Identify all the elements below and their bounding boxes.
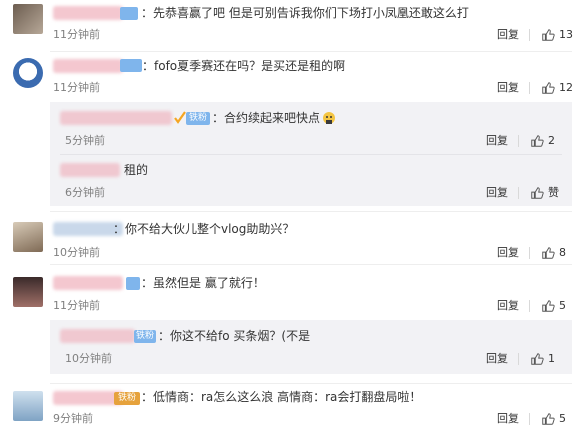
like-label: 赞 [548,186,559,199]
like-button[interactable]: 赞 [530,186,559,200]
face-emoji-icon [323,112,336,124]
username[interactable] [60,111,172,125]
reply-button[interactable]: 回复 [486,186,508,200]
comment-time: 10分钟前 [53,246,100,259]
like-button[interactable]: 5 [541,299,566,313]
reply-button[interactable]: 回复 [486,134,508,148]
username[interactable] [53,276,123,290]
comment-time: 11分钟前 [53,28,100,41]
verified-check-icon [174,111,186,124]
avatar[interactable] [13,4,43,34]
avatar[interactable] [13,391,43,421]
like-count: 5 [559,299,566,312]
thumbs-up-icon [542,413,555,425]
like-button[interactable]: 2 [530,134,555,148]
like-count: 12 [559,81,573,94]
comment-time: 11分钟前 [53,81,100,94]
thumbs-up-icon [542,300,555,312]
comment-item: 铁粉 ：低情商：ra怎么这么浪 高情商：ra会打翻盘局啦！ 9分钟前 回复 5 [0,384,581,435]
comment-text: ：虽然但是 赢了就行！ [141,276,265,290]
username[interactable] [60,163,120,177]
sub-reply-list: 铁粉 ：你这不给fo 买条烟？(不是 10分钟前 回复 1 [50,320,572,374]
comment-text: ：fofo夏季赛还在吗？是买还是租的啊 [142,59,346,73]
like-button[interactable]: 5 [541,412,566,426]
comment-item: ：你不给大伙儿整个vlog助助兴？ 10分钟前 回复 8 [0,212,581,264]
username[interactable] [53,6,123,20]
divider [529,29,530,41]
avatar[interactable] [13,277,43,307]
divider [518,353,519,365]
like-button[interactable]: 13 [541,28,573,42]
reply-button[interactable]: 回复 [497,81,519,95]
fan-badge [120,7,138,20]
comment-item: ：fofo夏季赛还在吗？是买还是租的啊 11分钟前 回复 12 铁粉 ：合约续起… [0,52,581,212]
like-count: 5 [559,412,566,425]
username[interactable] [53,59,123,73]
fan-badge [126,277,140,290]
sub-reply-text: 租的 [124,163,149,177]
thumbs-up-icon [542,247,555,259]
sub-reply-text-content: ：合约续起来吧快点 [212,111,321,125]
like-count: 1 [548,352,555,365]
like-count: 13 [559,28,573,41]
thumbs-up-icon [542,29,555,41]
avatar[interactable] [13,58,43,88]
comment-item: ：虽然但是 赢了就行！ 11分钟前 回复 5 铁粉 ：你这不给fo 买条烟？(不… [0,265,581,383]
like-count: 2 [548,134,555,147]
reply-button[interactable]: 回复 [497,412,519,426]
username[interactable] [60,329,135,343]
comment-time: 9分钟前 [53,412,93,425]
reply-button[interactable]: 回复 [486,352,508,366]
divider [529,413,530,425]
comment-time: 11分钟前 [53,299,100,312]
like-button[interactable]: 8 [541,246,566,260]
like-count: 8 [559,246,566,259]
sub-reply-time: 6分钟前 [65,186,105,199]
iron-fan-badge: 铁粉 [114,392,140,405]
avatar[interactable] [13,222,43,252]
sub-separator [60,154,562,155]
thumbs-up-icon [531,187,544,199]
like-button[interactable]: 1 [530,352,555,366]
sub-reply-time: 5分钟前 [65,134,105,147]
thumbs-up-icon [531,353,544,365]
sub-reply-text: ：你这不给fo 买条烟？(不是 [158,329,311,343]
divider [529,247,530,259]
sub-reply-text: ：合约续起来吧快点 [212,110,336,126]
fan-badge [120,59,142,72]
sub-reply-list: 铁粉 ：合约续起来吧快点 5分钟前 回复 2 租的 6分钟前 回复 赞 [50,102,572,206]
like-button[interactable]: 12 [541,81,573,95]
thumbs-up-icon [542,82,555,94]
comment-text: ：低情商：ra怎么这么浪 高情商：ra会打翻盘局啦！ [141,390,422,404]
reply-button[interactable]: 回复 [497,246,519,260]
comment-text: ：你不给大伙儿整个vlog助助兴？ [113,222,295,236]
thumbs-up-icon [531,135,544,147]
sub-reply-time: 10分钟前 [65,352,112,365]
iron-fan-badge: 铁粉 [186,112,210,125]
iron-fan-badge: 铁粉 [134,330,156,343]
username[interactable] [53,391,123,405]
comment-item: ：先恭喜赢了吧 但是可别告诉我你们下场打小凤凰还敢这么打 11分钟前 回复 13 [0,0,581,52]
reply-button[interactable]: 回复 [497,299,519,313]
reply-button[interactable]: 回复 [497,28,519,42]
divider [518,135,519,147]
divider [518,187,519,199]
comment-text: ：先恭喜赢了吧 但是可别告诉我你们下场打小凤凰还敢这么打 [141,6,469,20]
divider [529,82,530,94]
divider [529,300,530,312]
